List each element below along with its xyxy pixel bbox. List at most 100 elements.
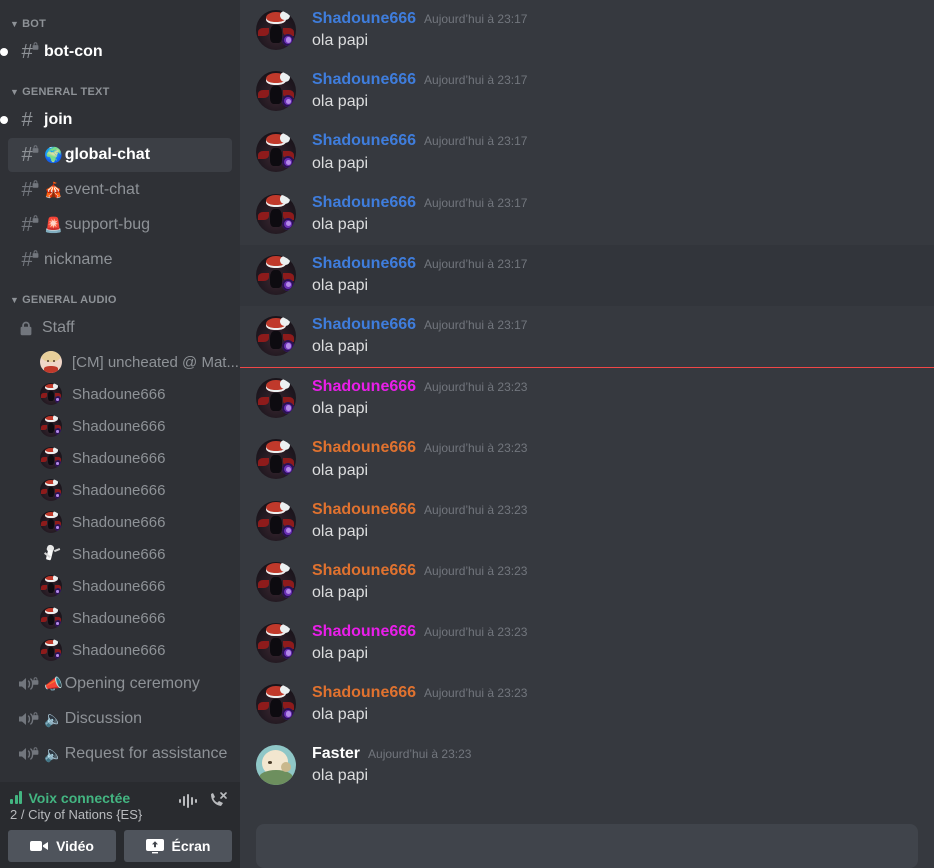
voice-member[interactable]: Shadoune666 <box>0 506 240 538</box>
message-row[interactable]: Shadoune666 Aujourd’hui à 23:17 ola papi <box>240 244 934 306</box>
hash-icon: # <box>16 249 39 271</box>
voice-member[interactable]: Shadoune666 <box>0 378 240 410</box>
voice-member[interactable]: Shadoune666 <box>0 410 240 442</box>
hash-icon: # <box>21 109 33 131</box>
voice-member[interactable]: Shadoune666 <box>0 634 240 666</box>
category-label: BOT <box>22 18 47 30</box>
chat-main: Shadoune666 Aujourd’hui à 23:17 ola papi Sh… <box>240 0 934 868</box>
message-author[interactable]: Shadoune666 <box>312 683 416 702</box>
avatar[interactable] <box>256 315 296 356</box>
avatar[interactable] <box>256 684 296 725</box>
channel-label: event-chat <box>64 181 140 198</box>
message-author[interactable]: Shadoune666 <box>312 9 416 28</box>
voice-member-name: Shadoune666 <box>72 545 166 563</box>
voice-member[interactable]: Shadoune666 <box>0 474 240 506</box>
message-author[interactable]: Shadoune666 <box>312 500 416 519</box>
lock-icon <box>32 180 39 188</box>
avatar[interactable] <box>256 378 296 419</box>
message-input-bar <box>240 824 934 868</box>
sidebar-item-nickname[interactable]: # nickname <box>8 243 232 277</box>
message-author[interactable]: Shadoune666 <box>312 254 416 273</box>
voice-member[interactable]: Shadoune666 <box>0 442 240 474</box>
message-author[interactable]: Shadoune666 <box>312 438 416 457</box>
message-text: ola papi <box>312 93 369 111</box>
message-row[interactable]: Shadoune666 Aujourd’hui à 23:23 ola papi <box>240 368 934 429</box>
video-button[interactable]: Vidéo <box>8 830 116 862</box>
voice-member[interactable]: Shadoune666 <box>0 570 240 602</box>
message-row[interactable]: Shadoune666 Aujourd’hui à 23:17 ola papi <box>240 122 934 183</box>
avatar[interactable] <box>256 439 296 480</box>
avatar[interactable] <box>256 500 296 541</box>
avatar[interactable] <box>256 561 296 602</box>
sidebar-item-global-chat[interactable]: # 🌍 global-chat <box>8 138 232 172</box>
avatar[interactable] <box>256 622 296 663</box>
message-author[interactable]: Shadoune666 <box>312 131 416 150</box>
voice-member[interactable]: Shadoune666 <box>0 602 240 634</box>
sidebar-item-request-for-assistance[interactable]: 🔈 Request for assistance <box>8 737 232 771</box>
voice-status-label: Voix connectée <box>28 790 131 806</box>
avatar[interactable] <box>256 132 296 173</box>
message-author[interactable]: Shadoune666 <box>312 193 416 212</box>
sidebar-item-staff[interactable]: Staff <box>8 311 232 345</box>
avatar[interactable] <box>256 193 296 234</box>
message-row[interactable]: Shadoune666 Aujourd’hui à 23:23 ola papi <box>240 491 934 552</box>
message-row[interactable]: Shadoune666 Aujourd’hui à 23:17 ola papi <box>240 184 934 245</box>
message-row[interactable]: Faster Aujourd’hui à 23:23 ola papi <box>240 735 934 796</box>
message-row[interactable]: Shadoune666 Aujourd’hui à 23:17 ola papi <box>240 0 934 61</box>
voice-member-name: [CM] uncheated @ Mat... <box>72 353 239 371</box>
message-text: ola papi <box>312 767 369 785</box>
signal-waveform-icon[interactable] <box>178 793 198 813</box>
message-author[interactable]: Shadoune666 <box>312 561 416 580</box>
sidebar-item-join[interactable]: # join <box>0 103 232 137</box>
avatar <box>40 383 62 405</box>
message-author[interactable]: Shadoune666 <box>312 315 416 334</box>
sidebar-item-discussion[interactable]: 🔈 Discussion <box>8 702 232 736</box>
sidebar-item-bot-con[interactable]: # bot-con <box>0 35 232 69</box>
channel-emoji: 📣 <box>44 675 63 693</box>
channel-list[interactable]: ▼ BOT # bot-con ▼ GENERAL TEXT # join # 🌍 global-c… <box>0 0 240 782</box>
sidebar-item-event-chat[interactable]: # 🎪 event-chat <box>8 173 232 207</box>
lock-closed-icon <box>16 321 36 336</box>
lock-icon <box>32 145 39 153</box>
category-header[interactable]: ▼ BOT <box>0 14 240 34</box>
message-list[interactable]: Shadoune666 Aujourd’hui à 23:17 ola papi Sh… <box>240 0 934 824</box>
message-author[interactable]: Shadoune666 <box>312 70 416 89</box>
message-author[interactable]: Shadoune666 <box>312 377 416 396</box>
voice-member[interactable]: [CM] uncheated @ Mat... <box>0 346 240 378</box>
sidebar-item-support-bug[interactable]: # 🚨 support-bug <box>8 208 232 242</box>
message-author[interactable]: Faster <box>312 744 360 763</box>
hash-icon: # <box>16 41 39 63</box>
channel-sidebar: ▼ BOT # bot-con ▼ GENERAL TEXT # join # 🌍 global-c… <box>0 0 240 868</box>
category-header[interactable]: ▼ GENERAL AUDIO <box>0 278 240 310</box>
lock-icon <box>32 250 39 258</box>
disconnect-call-icon[interactable] <box>208 792 228 814</box>
avatar[interactable] <box>256 254 296 295</box>
lock-icon <box>32 215 39 223</box>
message-author[interactable]: Shadoune666 <box>312 622 416 641</box>
channel-label: Opening ceremony <box>64 675 200 692</box>
category-header[interactable]: ▼ GENERAL TEXT <box>0 70 240 102</box>
message-row[interactable]: Shadoune666 Aujourd’hui à 23:23 ola papi <box>240 552 934 613</box>
message-row[interactable]: Shadoune666 Aujourd’hui à 23:23 ola papi <box>240 429 934 490</box>
message-timestamp: Aujourd’hui à 23:17 <box>424 317 528 332</box>
message-text: ola papi <box>312 706 369 724</box>
voice-member[interactable]: Shadoune666 <box>0 538 240 570</box>
avatar[interactable] <box>256 745 296 786</box>
voice-member-name: Shadoune666 <box>72 417 166 435</box>
voice-channel-icon <box>16 711 39 727</box>
message-row[interactable]: Shadoune666 Aujourd’hui à 23:23 ola papi <box>240 674 934 735</box>
message-row[interactable]: Shadoune666 Aujourd’hui à 23:17 ola papi <box>240 61 934 122</box>
avatar[interactable] <box>256 71 296 112</box>
message-row[interactable]: Shadoune666 Aujourd’hui à 23:17 ola papi <box>240 306 934 367</box>
channel-label: Staff <box>42 319 75 336</box>
avatar[interactable] <box>256 10 296 50</box>
sidebar-item-opening-ceremony[interactable]: 📣 Opening ceremony <box>8 667 232 701</box>
message-timestamp: Aujourd’hui à 23:17 <box>424 73 528 88</box>
message-text: ola papi <box>312 645 369 663</box>
channel-label: global-chat <box>64 146 151 163</box>
message-timestamp: Aujourd’hui à 23:23 <box>424 624 528 639</box>
message-row[interactable]: Shadoune666 Aujourd’hui à 23:23 ola papi <box>240 613 934 674</box>
screen-share-button[interactable]: Écran <box>124 830 232 862</box>
message-input[interactable] <box>256 824 918 868</box>
message-timestamp: Aujourd’hui à 23:17 <box>424 195 528 210</box>
